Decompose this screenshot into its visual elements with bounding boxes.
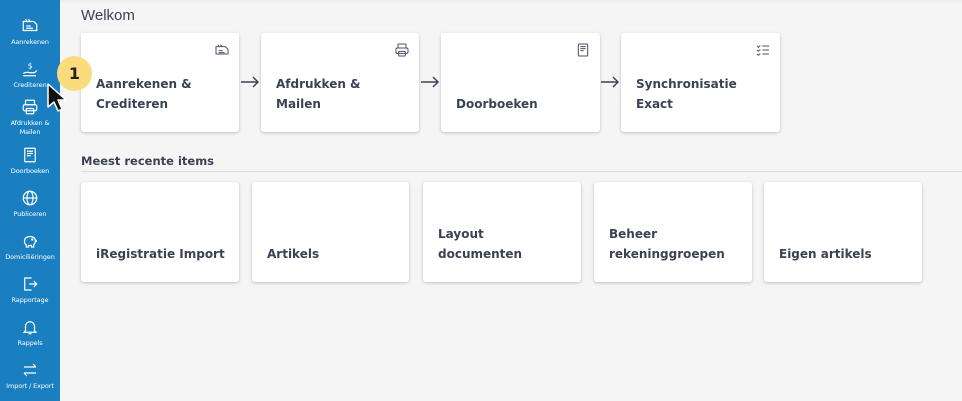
sidebar-item-label: Afdrukken & Mailen	[10, 119, 50, 136]
arrow-right-icon	[601, 76, 619, 88]
swap-arrows-icon	[23, 363, 37, 377]
sidebar-item-rappels[interactable]: Rappels	[0, 318, 60, 348]
bell-icon	[22, 321, 38, 335]
workflow-card-aanrekenen-crediteren[interactable]: Aanrekenen & Crediteren	[81, 33, 239, 132]
sidebar-item-aanrekenen[interactable]: Aanrekenen	[0, 17, 60, 47]
sidebar-item-label: Rapportage	[11, 296, 49, 304]
section-title-recent: Meest recente items	[81, 154, 215, 168]
book-icon	[24, 147, 36, 163]
workflow-card-label: Doorboeken	[456, 97, 538, 111]
sidebar-item-label: Domiciliëringen	[5, 253, 55, 261]
workflow-card-label: Synchronisatie Exact	[636, 77, 737, 111]
sidebar-item-label: Aanrekenen	[11, 38, 49, 46]
workflow-card-synchronisatie-exact[interactable]: Synchronisatie Exact	[621, 33, 780, 132]
workflow-card-doorboeken[interactable]: Doorboeken	[441, 33, 600, 132]
sidebar-item-publiceren[interactable]: Publiceren	[0, 189, 60, 219]
recent-card-layout-documenten[interactable]: Layout documenten	[423, 182, 581, 282]
recent-card-eigen-artikels[interactable]: Eigen artikels	[764, 182, 922, 282]
sidebar-item-import-export[interactable]: Import / Export	[0, 361, 60, 391]
recent-card-label: Eigen artikels	[779, 247, 872, 261]
recent-card-iregistratie-import[interactable]: iRegistratie Import	[81, 182, 239, 282]
sidebar-item-doorboeken[interactable]: Doorboeken	[0, 146, 60, 176]
printer-icon	[395, 43, 409, 57]
money-hand-icon: $	[22, 61, 38, 77]
recent-card-label: Layout documenten	[438, 227, 523, 261]
arrow-right-icon	[421, 76, 439, 88]
svg-text:$: $	[28, 61, 33, 70]
globe-icon	[22, 190, 38, 206]
recent-card-label: iRegistratie Import	[96, 247, 225, 261]
page-title: Welkom	[81, 7, 135, 24]
export-icon	[24, 277, 38, 291]
recent-card-label: Artikels	[267, 247, 320, 261]
invoice-icon	[215, 44, 229, 55]
top-bar	[60, 0, 962, 4]
recent-card-artikels[interactable]: Artikels	[252, 182, 409, 282]
sidebar-item-rapportage[interactable]: Rapportage	[0, 275, 60, 305]
sidebar: Aanrekenen $ Crediteren Afdrukken & Mail…	[0, 0, 60, 401]
workflow-card-afdrukken-mailen[interactable]: Afdrukken & Mailen	[261, 33, 419, 132]
sidebar-item-label: Rappels	[17, 339, 43, 347]
divider	[81, 171, 962, 172]
workflow-card-label: Afdrukken & Mailen	[276, 77, 361, 111]
sidebar-item-domicilieringen[interactable]: Domiciliëringen	[0, 232, 60, 262]
checklist-icon	[756, 44, 769, 57]
recent-card-label: Beheer rekeninggroepen	[609, 227, 725, 261]
recent-card-beheer-rekeninggroepen[interactable]: Beheer rekeninggroepen	[594, 182, 752, 282]
book-icon	[577, 43, 589, 57]
arrow-right-icon	[241, 76, 259, 88]
sidebar-item-label: Doorboeken	[10, 167, 50, 175]
sidebar-item-label: Publiceren	[13, 210, 47, 218]
sidebar-item-label: Import / Export	[6, 382, 54, 390]
mouse-cursor-icon	[47, 83, 67, 112]
invoice-icon	[22, 18, 38, 32]
workflow-card-label: Aanrekenen & Crediteren	[96, 77, 192, 111]
sidebar-item-label: Crediteren	[13, 81, 47, 89]
piggy-bank-icon	[23, 235, 37, 248]
printer-icon	[22, 99, 38, 115]
